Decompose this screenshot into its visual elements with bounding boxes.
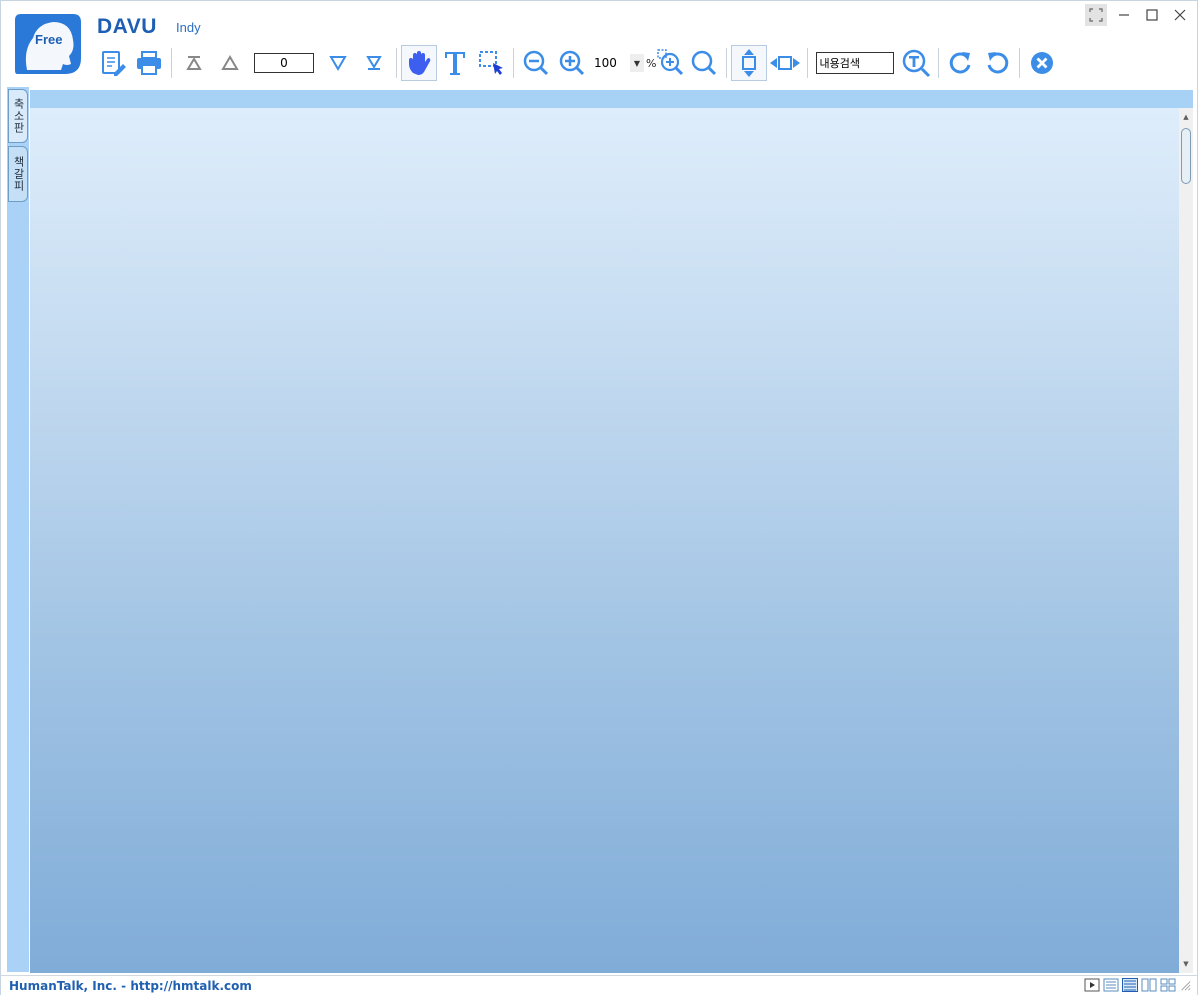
minimize-icon[interactable]: [1113, 4, 1135, 26]
vertical-scrollbar[interactable]: ▲ ▼: [1179, 108, 1193, 973]
side-panel-strip: [7, 87, 29, 972]
brand-name: DAVU: [97, 15, 157, 38]
rotate-left-icon[interactable]: [979, 45, 1015, 81]
toolbar-separator: [938, 48, 940, 78]
logo-text: Free: [35, 32, 62, 47]
toolbar-separator: [396, 48, 397, 78]
text-select-icon[interactable]: [437, 45, 473, 81]
toolbar-separator: [171, 48, 172, 78]
fit-width-icon[interactable]: [767, 45, 803, 81]
single-page-icon[interactable]: [1103, 978, 1119, 992]
brand-edition: Indy: [176, 20, 201, 35]
first-page-icon[interactable]: [176, 45, 212, 81]
zoom-fit-icon[interactable]: [686, 45, 722, 81]
zoom-select[interactable]: 100 ▼ %: [594, 52, 656, 74]
status-text: HumanTalk, Inc. - http://hmtalk.com: [9, 979, 252, 993]
resize-grip-icon[interactable]: [1179, 978, 1191, 992]
maximize-icon[interactable]: [1141, 4, 1163, 26]
last-page-icon[interactable]: [356, 45, 392, 81]
scroll-up-icon[interactable]: ▲: [1179, 110, 1193, 124]
slideshow-icon[interactable]: [1084, 978, 1100, 992]
two-page-icon[interactable]: [1141, 978, 1157, 992]
toolbar-separator: [807, 48, 809, 78]
continuous-page-icon[interactable]: [1122, 978, 1138, 992]
toolbar: 100 ▼ %: [95, 45, 1060, 81]
close-icon[interactable]: [1169, 4, 1191, 26]
fit-height-icon[interactable]: [731, 45, 768, 81]
zoom-out-icon[interactable]: [518, 45, 554, 81]
toolbar-separator: [726, 48, 728, 78]
area-select-icon[interactable]: [473, 45, 509, 81]
text-search-icon[interactable]: [898, 45, 934, 81]
status-bar: HumanTalk, Inc. - http://hmtalk.com: [1, 975, 1197, 995]
rotate-right-icon[interactable]: [943, 45, 979, 81]
chevron-down-icon[interactable]: ▼: [630, 54, 644, 72]
scroll-thumb[interactable]: [1181, 128, 1191, 184]
zoom-in-icon[interactable]: [554, 45, 590, 81]
search-input[interactable]: [816, 52, 895, 74]
document-view[interactable]: [30, 108, 1179, 973]
hand-tool-icon[interactable]: [401, 45, 437, 81]
scroll-down-icon[interactable]: ▼: [1179, 957, 1193, 971]
edit-document-icon[interactable]: [95, 45, 131, 81]
toolbar-separator: [513, 48, 514, 78]
app-window: Free DAVU Indy 0 100 ▼ % 내용검색 축소판 책갈피 ▲ …: [0, 0, 1198, 995]
zoom-unit: %: [646, 56, 657, 70]
zoom-value: 100: [594, 56, 617, 70]
fullscreen-icon[interactable]: [1085, 4, 1107, 26]
previous-page-icon[interactable]: [212, 45, 248, 81]
view-mode-controls: [1084, 978, 1191, 992]
next-page-icon[interactable]: [320, 45, 356, 81]
logo: Free: [13, 10, 83, 78]
toolbar-separator: [1019, 48, 1021, 78]
tab-bookmarks[interactable]: 책갈피: [8, 146, 28, 202]
close-document-icon[interactable]: [1024, 45, 1060, 81]
zoom-area-icon[interactable]: [656, 45, 686, 81]
window-controls: [1085, 4, 1191, 26]
document-header-bar: [30, 90, 1193, 108]
print-icon[interactable]: [131, 45, 167, 81]
two-page-continuous-icon[interactable]: [1160, 978, 1176, 992]
page-number-input[interactable]: [254, 53, 314, 73]
tab-thumbnails[interactable]: 축소판: [8, 89, 28, 143]
